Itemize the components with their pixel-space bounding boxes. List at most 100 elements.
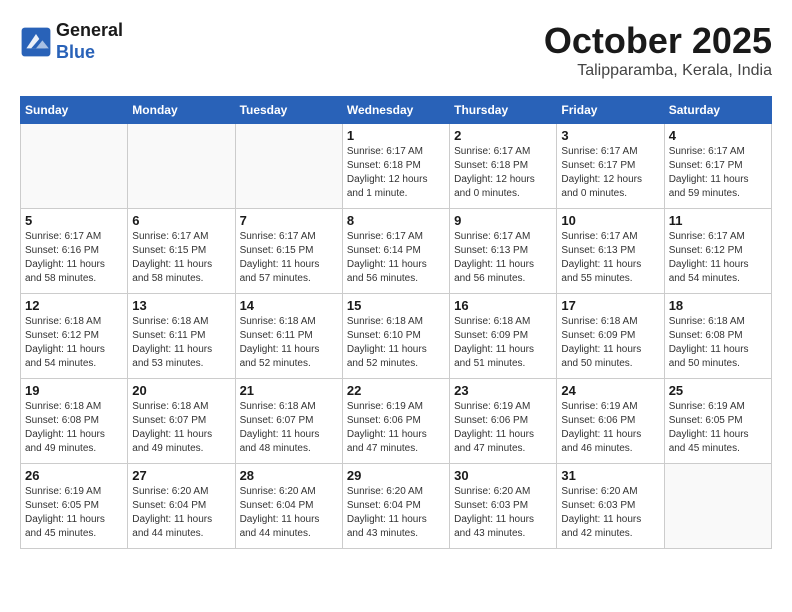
weekday-row: SundayMondayTuesdayWednesdayThursdayFrid… [21,97,772,124]
calendar-cell [21,124,128,209]
calendar-cell: 5 Sunrise: 6:17 AM Sunset: 6:16 PM Daylig… [21,209,128,294]
calendar-cell [664,464,771,549]
day-number: 13 [132,298,230,313]
day-info: Sunrise: 6:17 AM Sunset: 6:13 PM Dayligh… [561,230,659,286]
calendar-cell: 18 Sunrise: 6:18 AM Sunset: 6:08 PM Dayli… [664,294,771,379]
day-number: 25 [669,383,767,398]
day-info: Sunrise: 6:20 AM Sunset: 6:04 PM Dayligh… [132,485,230,541]
page-header: General Blue October 2025 Talipparamba, … [20,20,772,80]
calendar-cell: 4 Sunrise: 6:17 AM Sunset: 6:17 PM Daylig… [664,124,771,209]
weekday-header-thursday: Thursday [450,97,557,124]
calendar-cell: 12Sunrise: 6:18 AM Sunset: 6:12 PM Dayli… [21,294,128,379]
day-number: 4 [669,128,767,143]
day-number: 29 [347,468,445,483]
day-number: 8 [347,213,445,228]
day-info: Sunrise: 6:19 AM Sunset: 6:06 PM Dayligh… [561,400,659,456]
calendar-cell: 31 Sunrise: 6:20 AM Sunset: 6:03 PM Dayli… [557,464,664,549]
day-number: 30 [454,468,552,483]
day-info: Sunrise: 6:18 AM Sunset: 6:07 PM Dayligh… [132,400,230,456]
calendar-cell: 9 Sunrise: 6:17 AM Sunset: 6:13 PM Daylig… [450,209,557,294]
day-number: 16 [454,298,552,313]
day-info: Sunrise: 6:20 AM Sunset: 6:04 PM Dayligh… [347,485,445,541]
day-number: 26 [25,468,123,483]
day-number: 21 [240,383,338,398]
calendar-cell: 8 Sunrise: 6:17 AM Sunset: 6:14 PM Daylig… [342,209,449,294]
calendar-week-4: 19Sunrise: 6:18 AM Sunset: 6:08 PM Dayli… [21,379,772,464]
calendar-cell: 16Sunrise: 6:18 AM Sunset: 6:09 PM Dayli… [450,294,557,379]
calendar-week-3: 12Sunrise: 6:18 AM Sunset: 6:12 PM Dayli… [21,294,772,379]
logo-line2: Blue [56,42,123,64]
calendar-cell: 22 Sunrise: 6:19 AM Sunset: 6:06 PM Dayli… [342,379,449,464]
day-info: Sunrise: 6:18 AM Sunset: 6:07 PM Dayligh… [240,400,338,456]
calendar-cell: 6Sunrise: 6:17 AM Sunset: 6:15 PM Daylig… [128,209,235,294]
calendar-week-2: 5 Sunrise: 6:17 AM Sunset: 6:16 PM Daylig… [21,209,772,294]
day-number: 28 [240,468,338,483]
day-info: Sunrise: 6:18 AM Sunset: 6:09 PM Dayligh… [561,315,659,371]
calendar-cell: 28 Sunrise: 6:20 AM Sunset: 6:04 PM Dayli… [235,464,342,549]
day-info: Sunrise: 6:17 AM Sunset: 6:16 PM Dayligh… [25,230,123,286]
day-info: Sunrise: 6:17 AM Sunset: 6:14 PM Dayligh… [347,230,445,286]
day-number: 2 [454,128,552,143]
day-info: Sunrise: 6:18 AM Sunset: 6:11 PM Dayligh… [240,315,338,371]
day-number: 7 [240,213,338,228]
calendar-cell: 15Sunrise: 6:18 AM Sunset: 6:10 PM Dayli… [342,294,449,379]
calendar-cell: 7 Sunrise: 6:17 AM Sunset: 6:15 PM Daylig… [235,209,342,294]
calendar-cell: 27Sunrise: 6:20 AM Sunset: 6:04 PM Dayli… [128,464,235,549]
day-info: Sunrise: 6:17 AM Sunset: 6:17 PM Dayligh… [669,145,767,201]
calendar-cell [235,124,342,209]
day-number: 23 [454,383,552,398]
day-info: Sunrise: 6:17 AM Sunset: 6:13 PM Dayligh… [454,230,552,286]
day-number: 24 [561,383,659,398]
day-info: Sunrise: 6:18 AM Sunset: 6:11 PM Dayligh… [132,315,230,371]
calendar-week-1: 1Sunrise: 6:17 AM Sunset: 6:18 PM Daylig… [21,124,772,209]
calendar-cell: 10 Sunrise: 6:17 AM Sunset: 6:13 PM Dayli… [557,209,664,294]
location: Talipparamba, Kerala, India [544,62,772,80]
day-number: 5 [25,213,123,228]
calendar-cell: 3 Sunrise: 6:17 AM Sunset: 6:17 PM Daylig… [557,124,664,209]
day-info: Sunrise: 6:20 AM Sunset: 6:03 PM Dayligh… [561,485,659,541]
day-info: Sunrise: 6:17 AM Sunset: 6:18 PM Dayligh… [454,145,552,201]
day-info: Sunrise: 6:20 AM Sunset: 6:03 PM Dayligh… [454,485,552,541]
day-info: Sunrise: 6:19 AM Sunset: 6:06 PM Dayligh… [347,400,445,456]
calendar-cell: 13 Sunrise: 6:18 AM Sunset: 6:11 PM Dayli… [128,294,235,379]
calendar-cell: 30 Sunrise: 6:20 AM Sunset: 6:03 PM Dayli… [450,464,557,549]
day-number: 22 [347,383,445,398]
calendar-week-5: 26 Sunrise: 6:19 AM Sunset: 6:05 PM Dayli… [21,464,772,549]
calendar-cell: 11Sunrise: 6:17 AM Sunset: 6:12 PM Dayli… [664,209,771,294]
weekday-header-wednesday: Wednesday [342,97,449,124]
day-number: 10 [561,213,659,228]
logo: General Blue [20,20,123,63]
day-number: 18 [669,298,767,313]
weekday-header-tuesday: Tuesday [235,97,342,124]
day-number: 9 [454,213,552,228]
calendar-cell: 17Sunrise: 6:18 AM Sunset: 6:09 PM Dayli… [557,294,664,379]
weekday-header-monday: Monday [128,97,235,124]
calendar-header: SundayMondayTuesdayWednesdayThursdayFrid… [21,97,772,124]
day-number: 3 [561,128,659,143]
day-info: Sunrise: 6:19 AM Sunset: 6:05 PM Dayligh… [25,485,123,541]
month-title: October 2025 [544,20,772,62]
weekday-header-sunday: Sunday [21,97,128,124]
day-number: 11 [669,213,767,228]
calendar-cell: 1Sunrise: 6:17 AM Sunset: 6:18 PM Daylig… [342,124,449,209]
logo-icon [20,26,52,58]
day-number: 14 [240,298,338,313]
day-info: Sunrise: 6:18 AM Sunset: 6:08 PM Dayligh… [669,315,767,371]
calendar-cell: 25Sunrise: 6:19 AM Sunset: 6:05 PM Dayli… [664,379,771,464]
day-info: Sunrise: 6:17 AM Sunset: 6:15 PM Dayligh… [240,230,338,286]
weekday-header-friday: Friday [557,97,664,124]
calendar-cell: 19Sunrise: 6:18 AM Sunset: 6:08 PM Dayli… [21,379,128,464]
day-info: Sunrise: 6:18 AM Sunset: 6:12 PM Dayligh… [25,315,123,371]
day-info: Sunrise: 6:18 AM Sunset: 6:10 PM Dayligh… [347,315,445,371]
logo-line1: General [56,20,123,42]
calendar-cell [128,124,235,209]
calendar-cell: 2 Sunrise: 6:17 AM Sunset: 6:18 PM Daylig… [450,124,557,209]
calendar-body: 1Sunrise: 6:17 AM Sunset: 6:18 PM Daylig… [21,124,772,549]
day-info: Sunrise: 6:17 AM Sunset: 6:17 PM Dayligh… [561,145,659,201]
calendar-cell: 23Sunrise: 6:19 AM Sunset: 6:06 PM Dayli… [450,379,557,464]
day-number: 20 [132,383,230,398]
calendar-cell: 29 Sunrise: 6:20 AM Sunset: 6:04 PM Dayli… [342,464,449,549]
day-number: 31 [561,468,659,483]
day-info: Sunrise: 6:20 AM Sunset: 6:04 PM Dayligh… [240,485,338,541]
weekday-header-saturday: Saturday [664,97,771,124]
